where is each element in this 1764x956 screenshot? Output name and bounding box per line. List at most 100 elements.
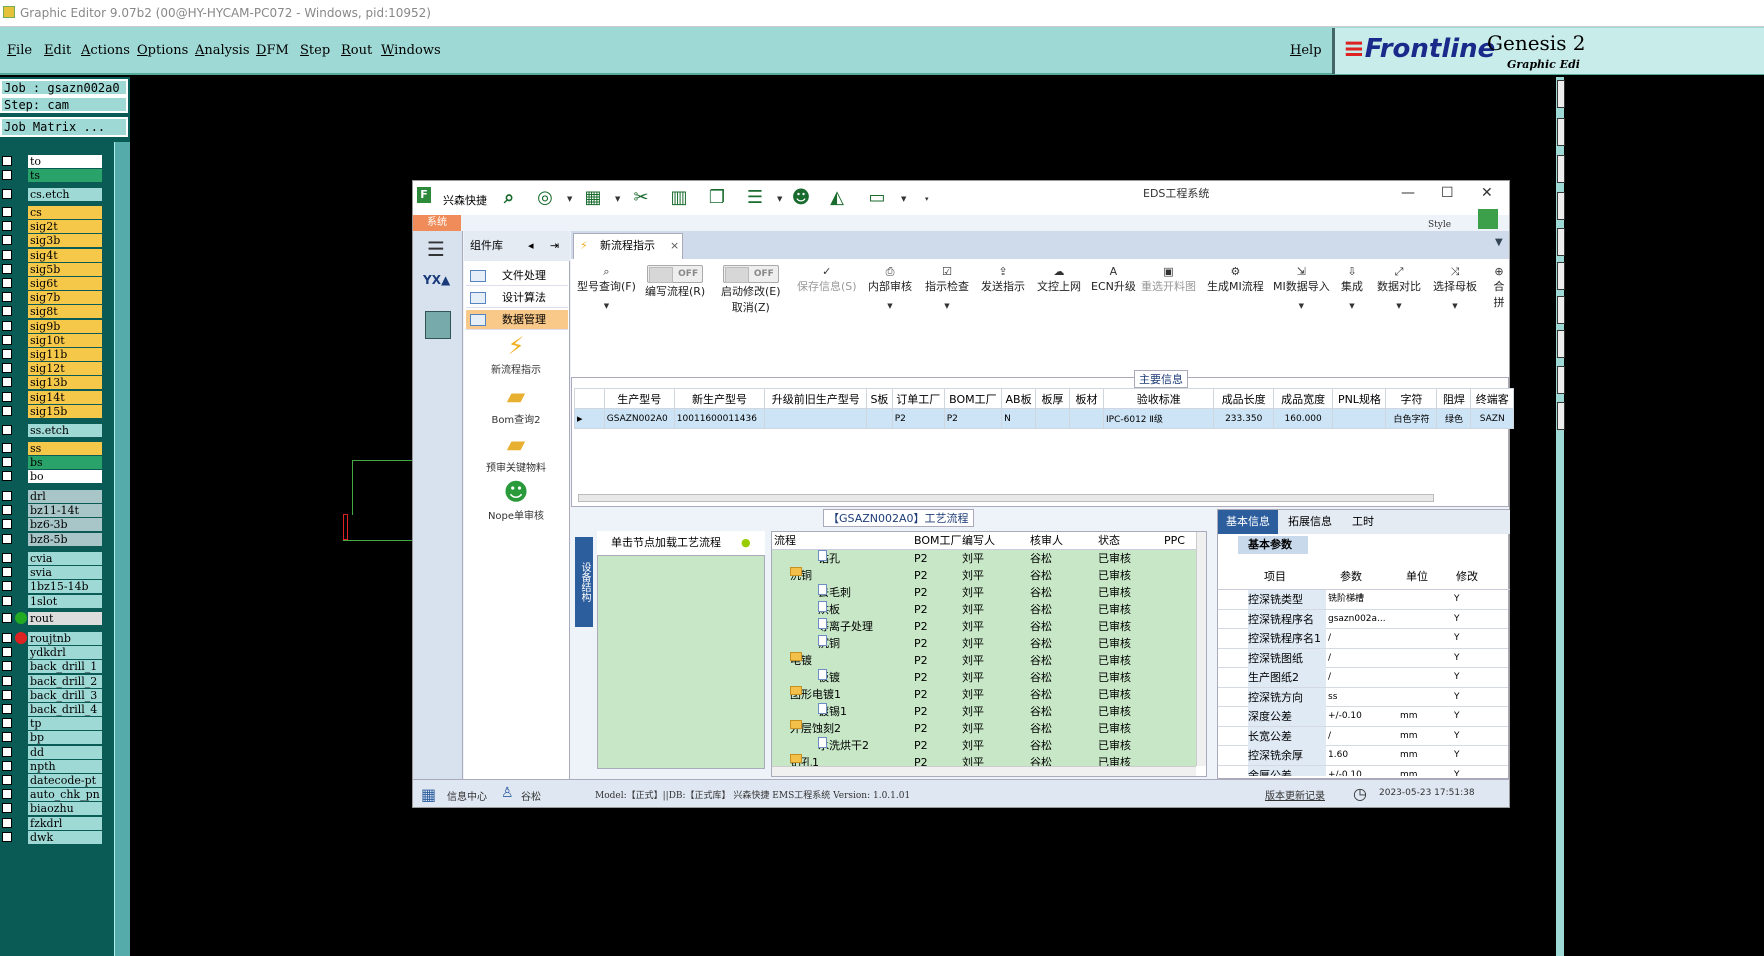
layer-checkbox[interactable] — [2, 533, 12, 544]
yx-module-icon[interactable]: YX▲ — [423, 273, 453, 301]
layer-row[interactable]: dd — [0, 745, 104, 759]
column-header[interactable]: BOM工厂 — [943, 388, 1003, 409]
layer-checkbox[interactable] — [2, 320, 12, 331]
layer-checkbox[interactable] — [2, 405, 12, 416]
column-header[interactable]: 板厚 — [1035, 388, 1071, 409]
param-cell[interactable]: / — [1328, 629, 1398, 648]
layer-checkbox[interactable] — [2, 207, 12, 217]
layer-row[interactable]: ss — [0, 442, 104, 455]
menu-windows[interactable]: Windows — [381, 43, 441, 58]
layer-checkbox[interactable] — [2, 377, 12, 388]
menu-analysis[interactable]: Analysis — [195, 43, 250, 58]
rb-ecn[interactable]: A ECN升级 — [1091, 265, 1136, 294]
tree-column-header[interactable]: BOM工厂 — [914, 532, 962, 550]
menu-dfm[interactable]: DFM — [256, 43, 289, 58]
tree-row[interactable]: 水洗烘干2 P2 刘平 谷松 已审核 — [772, 737, 1196, 754]
layer-row[interactable]: sig13b — [0, 376, 104, 390]
right-tool-2[interactable] — [1557, 118, 1565, 146]
param-row[interactable]: 控深铣类型 铣阶梯槽 Y — [1218, 590, 1508, 610]
param-cell[interactable]: 铣阶梯槽 — [1328, 590, 1398, 609]
layer-checkbox[interactable] — [2, 831, 12, 842]
rb-merge[interactable]: ⊕ 合拼 — [1489, 265, 1509, 310]
cp-item-algo[interactable]: 设计算法 — [466, 288, 568, 308]
tree-column-header[interactable]: 核审人 — [1030, 532, 1063, 550]
windows-icon[interactable] — [1478, 209, 1498, 229]
layer-checkbox[interactable] — [2, 363, 12, 374]
tab-menu-icon[interactable]: ▼ — [1495, 237, 1503, 248]
calc-module-icon[interactable] — [425, 311, 451, 339]
layer-checkbox[interactable] — [2, 775, 12, 785]
param-cell[interactable]: 余厚公差 — [1248, 765, 1326, 776]
dropdown-arrow-icon[interactable]: ▼ — [567, 195, 572, 203]
rb-save[interactable]: ✓ 保存信息(S) — [797, 265, 857, 294]
param-cell[interactable]: 长宽公差 — [1248, 726, 1326, 746]
toggle-switch[interactable]: OFF — [722, 265, 779, 283]
tab-hours[interactable]: 工时 — [1352, 510, 1374, 534]
layer-row[interactable]: bz11-14t — [0, 504, 104, 518]
layer-checkbox[interactable] — [2, 581, 12, 592]
right-tool-6[interactable] — [1557, 262, 1565, 290]
layer-row[interactable]: 1bz15-14b — [0, 580, 104, 594]
param-cell[interactable]: / — [1328, 668, 1398, 687]
cp-item-data[interactable]: 数据管理 — [466, 310, 568, 330]
layer-checkbox[interactable] — [2, 718, 12, 729]
layer-checkbox[interactable] — [2, 491, 12, 501]
column-header[interactable]: 成品长度 — [1213, 388, 1274, 409]
rb-edit-flow[interactable]: OFF 编写流程(R) — [645, 265, 705, 299]
tab-basic-info[interactable]: 基本信息 — [1218, 510, 1278, 534]
param-cell[interactable]: 控深铣程序名 — [1248, 609, 1326, 629]
right-tool-9[interactable] — [1557, 366, 1565, 394]
dropdown-arrow-icon[interactable]: ▼ — [777, 195, 782, 203]
cp-pre-review[interactable]: ▰ 预审关键物料 — [464, 429, 568, 474]
dropdown-arrow-icon[interactable]: ▼ — [615, 195, 620, 203]
table-cell[interactable] — [1035, 408, 1071, 429]
layer-row[interactable]: cvia — [0, 552, 104, 565]
param-cell[interactable]: Y — [1454, 727, 1504, 746]
layer-row[interactable]: sig6t — [0, 277, 104, 290]
more-icon[interactable]: ▾ — [925, 195, 929, 203]
tree-row[interactable]: 沉铜 P2 刘平 谷松 已审核 — [772, 567, 1196, 584]
list-icon[interactable]: ☰ — [743, 187, 767, 209]
layer-row[interactable]: datecode-pt — [0, 774, 104, 787]
layer-checkbox[interactable] — [2, 760, 12, 771]
param-row[interactable]: 生产图纸2/ Y — [1218, 668, 1508, 688]
layer-scrollbar[interactable] — [114, 142, 130, 956]
layer-checkbox[interactable] — [2, 746, 12, 757]
param-row[interactable]: 控深铣余厚 1.60 mm Y — [1218, 746, 1508, 766]
layer-checkbox[interactable] — [2, 292, 12, 303]
param-column-header[interactable]: 修改 — [1456, 568, 1478, 584]
param-cell[interactable]: ss — [1328, 688, 1398, 707]
right-tool-7[interactable] — [1557, 296, 1565, 324]
tree-hscroll[interactable] — [772, 766, 1196, 776]
layer-checkbox[interactable] — [2, 789, 12, 800]
main-hscroll[interactable] — [578, 494, 1434, 502]
param-row[interactable]: 长宽公差 / mm Y — [1218, 726, 1508, 746]
table-cell[interactable]: N — [1001, 408, 1037, 429]
layer-row[interactable]: fzkdrl — [0, 816, 104, 830]
tree-row[interactable]: 电镀 P2 刘平 谷松 已审核 — [772, 652, 1196, 669]
tab-new-flow[interactable]: ⚡ 新流程指示 × — [573, 233, 683, 259]
tree-row[interactable]: 钻孔 P2 刘平 谷松 已审核 — [772, 550, 1196, 567]
param-cell[interactable]: Y — [1454, 688, 1504, 707]
dropdown-arrow-icon[interactable]: ▼ — [901, 195, 906, 203]
layer-checkbox[interactable] — [2, 170, 12, 181]
tree-column-header[interactable]: 流程 — [774, 532, 796, 550]
table-cell[interactable] — [1069, 408, 1105, 429]
layer-row[interactable]: bz8-5b — [0, 532, 104, 546]
layer-row[interactable]: back_drill_2 — [0, 674, 104, 688]
param-cell[interactable]: / — [1328, 649, 1398, 668]
param-cell[interactable]: Y — [1454, 707, 1504, 726]
layer-checkbox[interactable] — [2, 189, 12, 199]
pin-icon[interactable]: ⇥ — [550, 231, 559, 261]
layer-row[interactable]: sig4t — [0, 248, 104, 262]
right-tool-4[interactable] — [1557, 192, 1565, 220]
column-header[interactable]: 成品宽度 — [1272, 388, 1334, 409]
tree-row[interactable]: 去毛刺 P2 刘平 谷松 已审核 — [772, 584, 1196, 601]
param-row[interactable]: 控深铣方向 ss Y — [1218, 687, 1508, 707]
cp-item-file[interactable]: 文件处理 — [466, 266, 568, 286]
scissors-icon[interactable]: ✂ — [629, 187, 653, 209]
param-row[interactable]: 余厚公差 +/-0.10 mm Y — [1218, 765, 1508, 776]
param-cell[interactable]: Y — [1454, 668, 1504, 687]
rb-check[interactable]: ☑ 指示检查 ▼ — [925, 265, 969, 315]
system-tab[interactable]: 系统 — [413, 215, 461, 231]
